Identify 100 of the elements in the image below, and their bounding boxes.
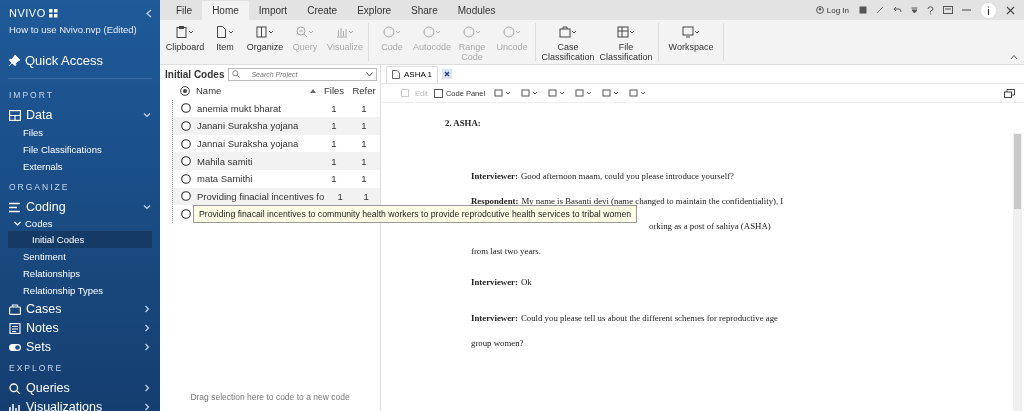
monitor-icon bbox=[682, 26, 700, 38]
circle-icon bbox=[503, 26, 521, 38]
nav-item[interactable]: Externals bbox=[0, 158, 152, 175]
files-count: 1 bbox=[330, 173, 338, 185]
code-name: anemia mukt bharat bbox=[197, 102, 282, 114]
clipboard-icon bbox=[176, 26, 194, 38]
collapse-ribbon-icon[interactable] bbox=[1010, 54, 1018, 60]
column-header[interactable]: Refer bbox=[352, 85, 376, 97]
references-count: 1 bbox=[360, 173, 368, 185]
document-icon bbox=[392, 70, 400, 79]
code-row[interactable]: Mahila samiti 1 1 bbox=[173, 152, 380, 170]
column-header[interactable]: Name bbox=[196, 85, 304, 97]
section-icon bbox=[9, 322, 21, 334]
menu-tab[interactable]: Create bbox=[297, 0, 348, 20]
menu-tab[interactable]: Explore bbox=[347, 0, 402, 20]
logo-dots-icon bbox=[48, 8, 58, 18]
window-icon[interactable] bbox=[943, 6, 953, 14]
toolbar-dropdown-icon[interactable] bbox=[602, 89, 621, 97]
dropdown-icon bbox=[366, 72, 373, 77]
references-count: 1 bbox=[360, 102, 368, 114]
nav-item[interactable]: Sentiment bbox=[0, 248, 152, 265]
ribbon-button[interactable]: Case Classification bbox=[539, 23, 597, 61]
code-row[interactable]: mata Samithi 1 1 bbox=[173, 169, 380, 188]
nav-group[interactable]: Notes bbox=[0, 318, 160, 337]
nav-item[interactable]: Initial Codes bbox=[8, 231, 152, 248]
toolbar-dropdown-icon[interactable] bbox=[521, 89, 540, 97]
menu-tab[interactable]: Share bbox=[401, 0, 448, 20]
nav-group[interactable]: Cases bbox=[0, 299, 160, 318]
nav-subgroup[interactable]: Codes bbox=[0, 216, 160, 231]
references-count: 1 bbox=[360, 120, 368, 132]
ribbon-button[interactable]: Organize bbox=[245, 23, 285, 61]
drop-hint: Drag selection here to code to a new code bbox=[189, 392, 351, 404]
save-icon[interactable] bbox=[859, 6, 867, 14]
panel-icon bbox=[256, 26, 274, 38]
code-row[interactable]: Janani Suraksha yojana 1 1 bbox=[173, 117, 380, 135]
nav-group[interactable]: Queries bbox=[0, 378, 160, 397]
document-tab[interactable]: ASHA 1 bbox=[386, 66, 438, 82]
close-tab-icon[interactable] bbox=[442, 69, 452, 79]
table-icon bbox=[617, 26, 635, 38]
column-header[interactable]: Files bbox=[322, 85, 346, 97]
chevron-icon bbox=[143, 403, 151, 411]
menu-tab[interactable]: Import bbox=[248, 0, 298, 20]
briefcase-icon bbox=[559, 26, 577, 38]
nav-item[interactable]: Relationship Types bbox=[0, 282, 152, 299]
menu-tab[interactable]: Home bbox=[202, 0, 249, 20]
ribbon-button[interactable]: Clipboard bbox=[165, 23, 205, 61]
code-node-icon bbox=[181, 156, 191, 167]
pencil-icon[interactable] bbox=[876, 6, 884, 14]
magnifier-icon bbox=[296, 26, 314, 38]
ribbon-button[interactable]: File Classification bbox=[597, 23, 655, 61]
help-icon[interactable] bbox=[927, 5, 934, 15]
code-node-icon bbox=[181, 191, 191, 202]
menu-tab[interactable]: File bbox=[166, 0, 203, 20]
nav-item[interactable]: Relationships bbox=[0, 265, 152, 282]
info-icon[interactable] bbox=[980, 1, 997, 19]
code-row[interactable]: Providing finacial incentives fo 1 1 bbox=[173, 187, 380, 206]
code-name: Providing finacial incentives fo bbox=[197, 190, 325, 202]
edit-icon bbox=[401, 89, 409, 97]
transcript-line: orking as a post of sahiya (ASHA) bbox=[648, 221, 772, 232]
nav-group[interactable]: Data bbox=[0, 105, 160, 124]
scrollbar-thumb[interactable] bbox=[1014, 134, 1021, 209]
files-count: 1 bbox=[330, 120, 338, 132]
nav-item[interactable]: Files bbox=[0, 124, 152, 141]
section-icon bbox=[9, 401, 21, 411]
project-name: How to use Nvivo.nvp (Edited) bbox=[8, 23, 138, 35]
nav-group[interactable]: Coding bbox=[0, 197, 160, 216]
collapse-icon[interactable] bbox=[146, 8, 152, 18]
close-icon[interactable] bbox=[1006, 5, 1015, 15]
quick-access-item[interactable]: Quick Access bbox=[0, 35, 160, 74]
menu-tab[interactable]: Modules bbox=[447, 0, 506, 20]
nav-group[interactable]: Visualizations bbox=[0, 397, 160, 411]
nav-group[interactable]: Sets bbox=[0, 337, 160, 356]
dropdown-icon[interactable] bbox=[911, 6, 918, 14]
toolbar-dropdown-icon[interactable] bbox=[494, 89, 513, 97]
code-name: Jannai Suraksha yojana bbox=[197, 138, 300, 150]
circle-icon bbox=[383, 26, 401, 38]
document-heading: 2. ASHA: bbox=[445, 118, 482, 128]
toolbar-dropdown-icon[interactable] bbox=[575, 89, 594, 97]
restore-window-icon[interactable] bbox=[1004, 88, 1015, 98]
ribbon-button[interactable]: Workspace bbox=[662, 23, 720, 61]
toolbar-dropdown-icon[interactable] bbox=[629, 89, 648, 97]
code-name: Janani Suraksha yojana bbox=[197, 120, 300, 132]
transcript-line: Interviewer: Good afternoon maam, could you please introduce yourself? bbox=[471, 171, 735, 182]
references-count: 1 bbox=[360, 138, 368, 150]
chevron-icon bbox=[143, 384, 151, 392]
code-node-icon bbox=[181, 121, 191, 131]
code-row[interactable]: Jannai Suraksha yojana 1 1 bbox=[173, 134, 380, 153]
circle-icon bbox=[463, 26, 481, 38]
section-icon bbox=[9, 109, 21, 121]
page-icon bbox=[216, 26, 234, 38]
code-row[interactable]: anemia mukt bharat 1 1 bbox=[173, 99, 380, 118]
toolbar-dropdown-icon[interactable] bbox=[548, 89, 567, 97]
ribbon-button[interactable]: Item bbox=[205, 23, 245, 61]
files-count: 1 bbox=[330, 155, 338, 167]
log-in-link[interactable]: Log In bbox=[826, 5, 849, 15]
section-heading: IMPORT bbox=[8, 89, 55, 102]
nav-item[interactable]: File Classifications bbox=[0, 141, 152, 158]
add-code-icon[interactable] bbox=[180, 85, 190, 96]
section-heading: EXPLORE bbox=[8, 362, 65, 375]
undo-icon[interactable] bbox=[893, 6, 902, 14]
